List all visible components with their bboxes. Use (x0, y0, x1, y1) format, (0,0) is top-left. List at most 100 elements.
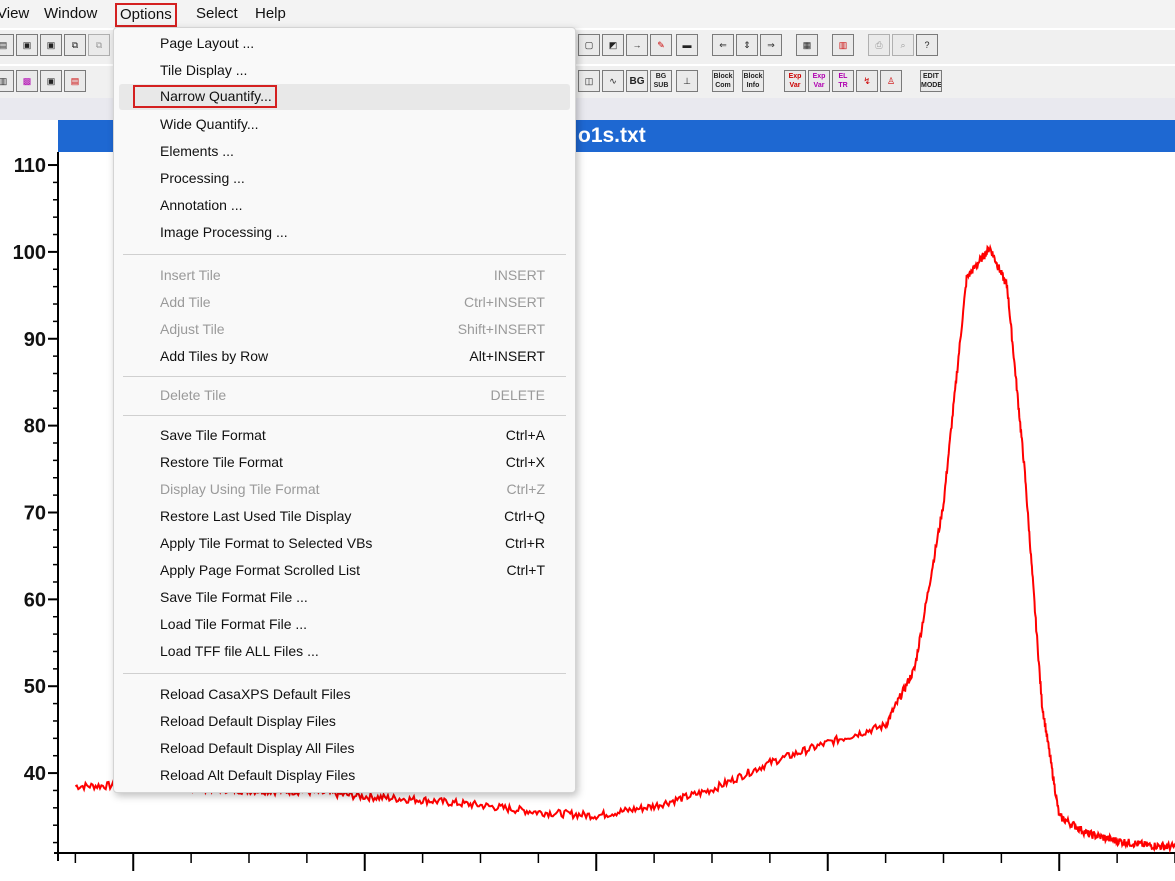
menu-item-save-tile-format[interactable]: Save Tile Format Ctrl+A (119, 422, 570, 448)
menu-item-label: Apply Tile Format to Selected VBs (160, 535, 373, 551)
menu-item-display-using-tile-format[interactable]: Display Using Tile Format Ctrl+Z (119, 476, 570, 502)
menu-item-add-tile[interactable]: Add Tile Ctrl+INSERT (119, 289, 570, 315)
y-tick-label: 70 (24, 502, 46, 524)
menu-item-shortcut: Alt+INSERT (469, 348, 545, 364)
person-icon[interactable]: ♙ (880, 70, 902, 92)
menu-item-image-processing[interactable]: Image Processing ... (119, 219, 570, 245)
gift-icon[interactable]: ▥ (832, 34, 854, 56)
menu-options[interactable]: Options (115, 3, 177, 27)
y-tick-label: 50 (24, 676, 46, 698)
menu-help[interactable]: Help (252, 4, 289, 24)
menu-item-label: Save Tile Format (160, 427, 266, 443)
copy-icon[interactable]: ⧉ (64, 34, 86, 56)
zoom-fit-icon[interactable]: ◩ (602, 34, 624, 56)
menu-item-label: Page Layout ... (160, 35, 255, 51)
menu-item-page-layout[interactable]: Page Layout ... (119, 30, 570, 56)
menu-item-label: Load TFF file ALL Files ... (160, 643, 319, 659)
menu-item-shortcut: Shift+INSERT (457, 321, 545, 337)
menu-item-shortcut: Ctrl+A (505, 427, 545, 443)
menu-item-tile-display[interactable]: Tile Display ... (119, 57, 570, 83)
region-icon[interactable]: ▤ (64, 70, 86, 92)
menu-select[interactable]: Select (193, 4, 241, 24)
menu-item-label: Load Tile Format File ... (160, 616, 308, 632)
clipboard-icon[interactable]: ▦ (796, 34, 818, 56)
menu-item-label: Restore Tile Format (160, 454, 283, 470)
save-as-icon[interactable]: ▣ (40, 34, 62, 56)
menu-item-label: Image Processing ... (160, 224, 288, 240)
scale-icon[interactable]: ▣ (40, 70, 62, 92)
lin-icon[interactable]: ▬ (676, 34, 698, 56)
menu-item-label: Delete Tile (160, 387, 227, 403)
menu-item-shortcut: Ctrl+X (505, 454, 545, 470)
block-com-button[interactable]: Block Com (712, 70, 734, 92)
menu-item-reload-default-display-files[interactable]: Reload Default Display Files (119, 708, 570, 734)
menu-item-label: Wide Quantify... (160, 116, 259, 132)
menu-item-label: Display Using Tile Format (160, 481, 320, 497)
menu-item-add-tiles-by-row[interactable]: Add Tiles by Row Alt+INSERT (119, 343, 570, 369)
menu-separator (123, 415, 566, 416)
menu-item-shortcut: Ctrl+Z (506, 481, 546, 497)
menu-item-annotation[interactable]: Annotation ... (119, 192, 570, 218)
move-left-icon[interactable]: ⇐ (712, 34, 734, 56)
menu-item-label: Reload Default Display All Files (160, 740, 355, 756)
menu-item-delete-tile[interactable]: Delete Tile DELETE (119, 382, 570, 408)
menu-item-label: Reload CasaXPS Default Files (160, 686, 351, 702)
menu-item-adjust-tile[interactable]: Adjust Tile Shift+INSERT (119, 316, 570, 342)
y-tick-label: 100 (13, 242, 46, 264)
bg-button[interactable]: BG (626, 70, 648, 92)
menu-item-narrow-quantify[interactable]: Narrow Quantify... (119, 84, 570, 110)
open-icon[interactable]: ▤ (0, 34, 14, 56)
help-icon[interactable]: ? (916, 34, 938, 56)
bg-sub-button[interactable]: BG SUB (650, 70, 672, 92)
menu-item-label: Processing ... (160, 170, 245, 186)
menu-item-apply-page-format-scrolled-list[interactable]: Apply Page Format Scrolled List Ctrl+T (119, 557, 570, 583)
save-icon[interactable]: ▣ (16, 34, 38, 56)
options-dropdown-menu: Page Layout ... Tile Display ... Narrow Qu… (113, 27, 576, 793)
menu-item-reload-casaxps-default-files[interactable]: Reload CasaXPS Default Files (119, 681, 570, 707)
arrow-right-icon[interactable]: → (626, 34, 648, 56)
move-right-icon[interactable]: ⇒ (760, 34, 782, 56)
peak-fit-icon[interactable]: ⊥ (676, 70, 698, 92)
menu-item-processing[interactable]: Processing ... (119, 165, 570, 191)
menu-item-label: Reload Default Display Files (160, 713, 336, 729)
menu-item-label: Elements ... (160, 143, 234, 159)
print-preview-icon[interactable]: ⌕ (892, 34, 914, 56)
pencil-icon[interactable]: ✎ (650, 34, 672, 56)
hv-icon[interactable]: ↯ (856, 70, 878, 92)
menu-separator (123, 254, 566, 255)
menu-item-reload-alt-default-display-files[interactable]: Reload Alt Default Display Files (119, 762, 570, 788)
menu-item-load-tff-file-all-files[interactable]: Load TFF file ALL Files ... (119, 638, 570, 664)
menu-item-restore-tile-format[interactable]: Restore Tile Format Ctrl+X (119, 449, 570, 475)
menu-item-save-tile-format-file[interactable]: Save Tile Format File ... (119, 584, 570, 610)
move-updown-icon[interactable]: ⇕ (736, 34, 758, 56)
menu-item-label: Reload Alt Default Display Files (160, 767, 356, 783)
y-tick-label: 80 (24, 416, 46, 438)
menu-item-load-tile-format-file[interactable]: Load Tile Format File ... (119, 611, 570, 637)
overlay-icon[interactable]: ▩ (16, 70, 38, 92)
menu-item-label: Restore Last Used Tile Display (160, 508, 352, 524)
edit-mode-button[interactable]: EDIT MODE (920, 70, 942, 92)
menu-item-shortcut: Ctrl+Q (504, 508, 545, 524)
exp-var-button-2[interactable]: Exp Var (808, 70, 830, 92)
el-tr-button[interactable]: EL TR (832, 70, 854, 92)
zoom-box-icon[interactable]: ▢ (578, 34, 600, 56)
menu-item-label: Apply Page Format Scrolled List (160, 562, 360, 578)
block-info-button[interactable]: Block Info (742, 70, 764, 92)
menu-item-restore-last-used-tile-display[interactable]: Restore Last Used Tile Display Ctrl+Q (119, 503, 570, 529)
menu-item-label: Add Tiles by Row (160, 348, 269, 364)
peak-icon[interactable]: ◫ (578, 70, 600, 92)
tile-icon[interactable]: ▥ (0, 70, 14, 92)
print-icon[interactable]: ⎙ (868, 34, 890, 56)
exp-var-button[interactable]: Exp Var (784, 70, 806, 92)
menu-window[interactable]: Window (41, 4, 100, 24)
menu-item-wide-quantify[interactable]: Wide Quantify... (119, 111, 570, 137)
menu-item-elements[interactable]: Elements ... (119, 138, 570, 164)
menu-item-label: Insert Tile (160, 267, 221, 283)
menu-separator (123, 673, 566, 674)
menu-item-reload-default-display-all-files[interactable]: Reload Default Display All Files (119, 735, 570, 761)
menu-item-insert-tile[interactable]: Insert Tile INSERT (119, 262, 570, 288)
wave-icon[interactable]: ∿ (602, 70, 624, 92)
paste-icon[interactable]: ⧉ (88, 34, 110, 56)
menu-item-apply-tile-format-to-selected-vbs[interactable]: Apply Tile Format to Selected VBs Ctrl+R (119, 530, 570, 556)
menu-view[interactable]: View (0, 4, 32, 24)
